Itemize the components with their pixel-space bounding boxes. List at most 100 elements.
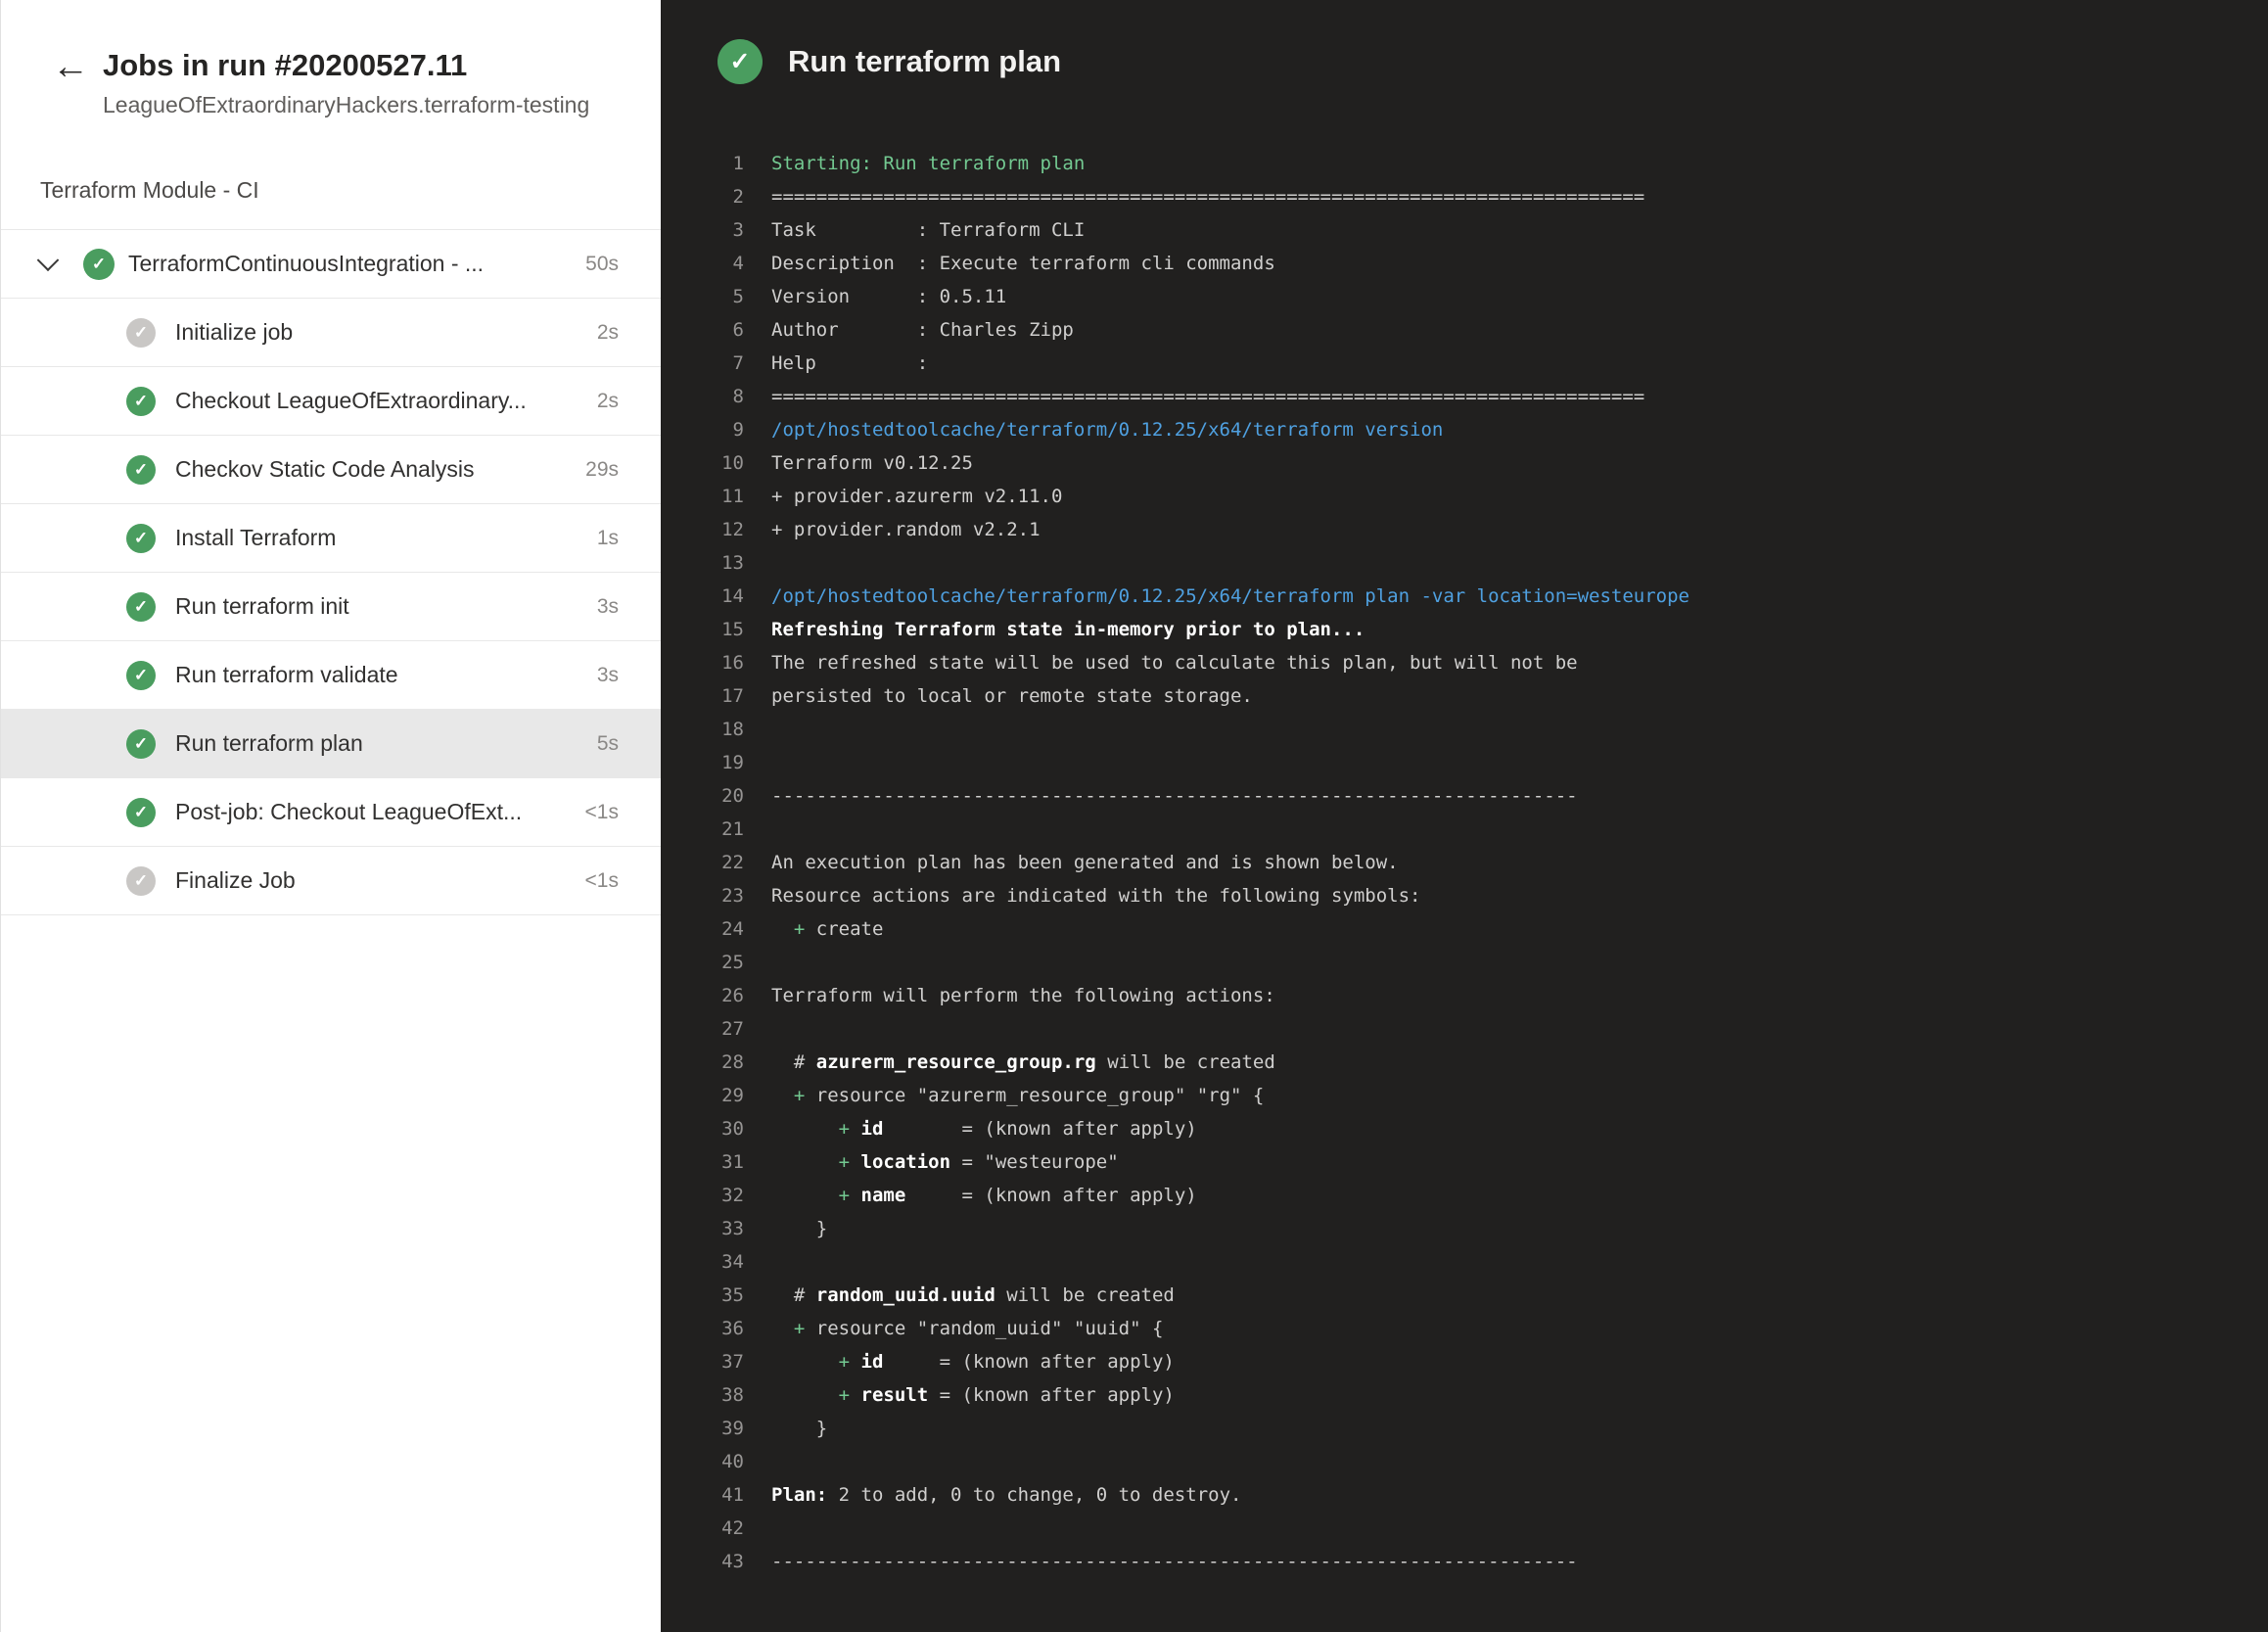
log-line: 40 [661,1445,2268,1478]
log-line: 32 + name = (known after apply) [661,1179,2268,1212]
line-number[interactable]: 17 [661,679,744,713]
line-number[interactable]: 19 [661,746,744,779]
log-text: + id = (known after apply) [771,1112,1197,1145]
log-line: 21 [661,813,2268,846]
step-row[interactable]: Checkov Static Code Analysis 29s [1,436,661,504]
line-number[interactable]: 41 [661,1478,744,1512]
line-number[interactable]: 18 [661,713,744,746]
line-number[interactable]: 31 [661,1145,744,1179]
line-number[interactable]: 6 [661,313,744,347]
line-number[interactable]: 20 [661,779,744,813]
line-number[interactable]: 28 [661,1046,744,1079]
line-number[interactable]: 27 [661,1012,744,1046]
step-row[interactable]: Run terraform init 3s [1,573,661,641]
log-line: 29 + resource "azurerm_resource_group" "… [661,1079,2268,1112]
line-number[interactable]: 1 [661,147,744,180]
success-icon [126,661,156,690]
step-duration: <1s [585,801,619,824]
line-number[interactable]: 24 [661,912,744,946]
back-arrow-icon[interactable] [52,45,83,118]
line-number[interactable]: 2 [661,180,744,213]
line-number[interactable]: 42 [661,1512,744,1545]
line-number[interactable]: 35 [661,1279,744,1312]
log-line: 28 # azurerm_resource_group.rg will be c… [661,1046,2268,1079]
log-text: + location = "westeurope" [771,1145,1119,1179]
step-row[interactable]: Post-job: Checkout LeagueOfExt... <1s [1,778,661,847]
log-line: 14/opt/hostedtoolcache/terraform/0.12.25… [661,580,2268,613]
log-line: 42 [661,1512,2268,1545]
log-line: 31 + location = "westeurope" [661,1145,2268,1179]
step-row[interactable]: Run terraform plan 5s [1,710,661,778]
step-duration: 1s [597,527,619,550]
line-number[interactable]: 5 [661,280,744,313]
log-text: } [771,1212,827,1245]
log-text: ----------------------------------------… [771,779,1578,813]
line-number[interactable]: 34 [661,1245,744,1279]
log-text: Terraform will perform the following act… [771,979,1275,1012]
line-number[interactable]: 15 [661,613,744,646]
log-text: /opt/hostedtoolcache/terraform/0.12.25/x… [771,580,1689,613]
job-duration: 50s [585,253,619,276]
line-number[interactable]: 10 [661,446,744,480]
job-name: TerraformContinuousIntegration - ... [128,251,570,277]
log-text: An execution plan has been generated and… [771,846,1399,879]
page-subtitle: LeagueOfExtraordinaryHackers.terraform-t… [103,92,589,118]
log-text: Task : Terraform CLI [771,213,1085,247]
line-number[interactable]: 37 [661,1345,744,1378]
line-number[interactable]: 23 [661,879,744,912]
line-number[interactable]: 40 [661,1445,744,1478]
line-number[interactable]: 9 [661,413,744,446]
log-line: 6Author : Charles Zipp [661,313,2268,347]
line-number[interactable]: 13 [661,546,744,580]
line-number[interactable]: 43 [661,1545,744,1578]
line-number[interactable]: 36 [661,1312,744,1345]
step-name: Run terraform plan [175,730,581,757]
line-number[interactable]: 32 [661,1179,744,1212]
line-number[interactable]: 16 [661,646,744,679]
step-row[interactable]: Install Terraform 1s [1,504,661,573]
log-line: 41Plan: 2 to add, 0 to change, 0 to dest… [661,1478,2268,1512]
log-text: Resource actions are indicated with the … [771,879,1420,912]
step-duration: 2s [597,390,619,413]
line-number[interactable]: 7 [661,347,744,380]
log-line: 23 Resource actions are indicated with th… [661,879,2268,912]
success-icon [126,387,156,416]
log-line: 13 [661,546,2268,580]
step-row[interactable]: Finalize Job <1s [1,847,661,915]
line-number[interactable]: 21 [661,813,744,846]
step-row[interactable]: Checkout LeagueOfExtraordinary... 2s [1,367,661,436]
step-row[interactable]: Initialize job 2s [1,299,661,367]
line-number[interactable]: 26 [661,979,744,1012]
log-line: 11+ provider.azurerm v2.11.0 [661,480,2268,513]
log-text: # azurerm_resource_group.rg will be crea… [771,1046,1275,1079]
log-body[interactable]: 1Starting: Run terraform plan2==========… [661,147,2268,1632]
line-number[interactable]: 4 [661,247,744,280]
line-number[interactable]: 38 [661,1378,744,1412]
step-row[interactable]: Run terraform validate 3s [1,641,661,710]
line-number[interactable]: 22 [661,846,744,879]
log-text: + result = (known after apply) [771,1378,1175,1412]
line-number[interactable]: 30 [661,1112,744,1145]
log-panel: Run terraform plan 1Starting: Run terraf… [661,0,2268,1632]
step-duration: 3s [597,595,619,619]
log-line: 30 + id = (known after apply) [661,1112,2268,1145]
line-number[interactable]: 8 [661,380,744,413]
log-line: 17persisted to local or remote state sto… [661,679,2268,713]
log-title: Run terraform plan [788,44,1061,79]
line-number[interactable]: 14 [661,580,744,613]
step-duration: 29s [585,458,619,482]
line-number[interactable]: 25 [661,946,744,979]
job-row[interactable]: TerraformContinuousIntegration - ... 50s [1,230,661,299]
line-number[interactable]: 12 [661,513,744,546]
log-line: 19 [661,746,2268,779]
chevron-down-icon[interactable] [37,249,60,271]
line-number[interactable]: 33 [661,1212,744,1245]
step-name: Checkov Static Code Analysis [175,456,570,483]
line-number[interactable]: 11 [661,480,744,513]
step-duration: 3s [597,664,619,687]
line-number[interactable]: 29 [661,1079,744,1112]
line-number[interactable]: 39 [661,1412,744,1445]
log-line: 43--------------------------------------… [661,1545,2268,1578]
log-text: + id = (known after apply) [771,1345,1175,1378]
line-number[interactable]: 3 [661,213,744,247]
